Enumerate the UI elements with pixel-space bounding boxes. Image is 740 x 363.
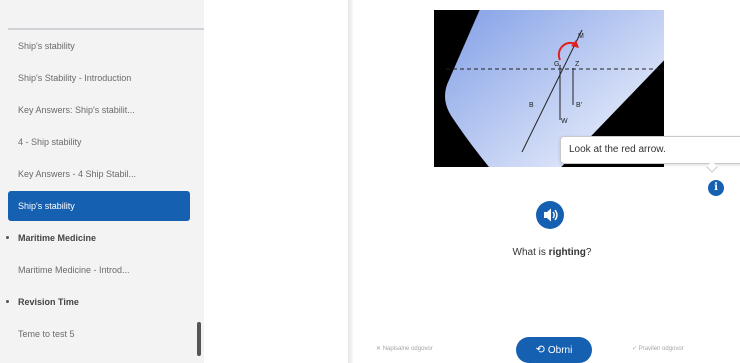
sidebar-scrollbar[interactable] — [197, 322, 201, 356]
label-b-prime: B' — [576, 102, 582, 109]
bullet-icon — [6, 236, 9, 239]
flip-card-label: Obrni — [547, 345, 573, 356]
speaker-icon — [544, 208, 558, 222]
sidebar-item-teme-to-test[interactable]: Teme to test 5 — [0, 318, 190, 350]
flip-card-button[interactable]: ⟲ Obrni — [516, 337, 592, 363]
question-keyword: righting — [548, 247, 586, 258]
label-m: M — [578, 33, 584, 40]
sidebar-section-label: Revision Time — [18, 297, 79, 307]
wrong-answer-button[interactable]: ✕ Napisalne odgovor — [376, 345, 433, 352]
correct-answer-button[interactable]: ✓ Pravilen odgovor — [632, 345, 684, 352]
hint-tooltip: Look at the red arrow. — [560, 136, 740, 164]
question-suffix: ? — [585, 247, 592, 258]
sidebar-section-label: Maritime Medicine — [18, 233, 97, 243]
check-icon: ✓ — [632, 346, 638, 352]
sidebar-item-ships-stability-active[interactable]: Ship's stability — [8, 191, 190, 221]
info-icon: i — [714, 182, 718, 193]
label-w: W — [561, 118, 568, 125]
play-audio-button[interactable] — [536, 201, 564, 229]
sidebar-list: Ship's stability Ship's Stability - Intr… — [0, 30, 204, 350]
sidebar-item-ships-stability[interactable]: Ship's stability — [0, 30, 190, 62]
sidebar-item-4-ship-stability[interactable]: 4 - Ship stability — [0, 126, 190, 158]
wrong-answer-label: Napisalne odgovor — [382, 346, 433, 352]
flashcard-question: What is righting? — [452, 247, 652, 258]
bullet-icon — [6, 300, 9, 303]
question-prefix: What is — [512, 247, 549, 258]
sidebar-section-revision-time[interactable]: Revision Time — [0, 286, 204, 318]
sidebar-item-key-answers-4-ship-stability[interactable]: Key Answers - 4 Ship Stabil... — [0, 158, 190, 190]
sidebar-item-maritime-medicine-intro[interactable]: Maritime Medicine - Introd... — [0, 254, 190, 286]
main-divider — [348, 0, 353, 363]
sidebar: Ship's stability Ship's Stability - Intr… — [0, 0, 204, 363]
close-icon: ✕ — [376, 346, 382, 352]
label-z: Z — [575, 61, 580, 68]
label-b: B — [529, 102, 534, 109]
sidebar-item-ships-stability-intro[interactable]: Ship's Stability - Introduction — [0, 62, 190, 94]
correct-answer-label: Pravilen odgovor — [638, 346, 684, 352]
flip-icon: ⟲ — [535, 344, 545, 356]
sidebar-item-key-answers-ships-stability[interactable]: Key Answers: Ship's stabilit... — [0, 94, 190, 126]
sidebar-section-maritime-medicine[interactable]: Maritime Medicine — [0, 222, 204, 254]
label-g: G — [554, 61, 559, 68]
hint-info-button[interactable]: i — [708, 180, 724, 196]
